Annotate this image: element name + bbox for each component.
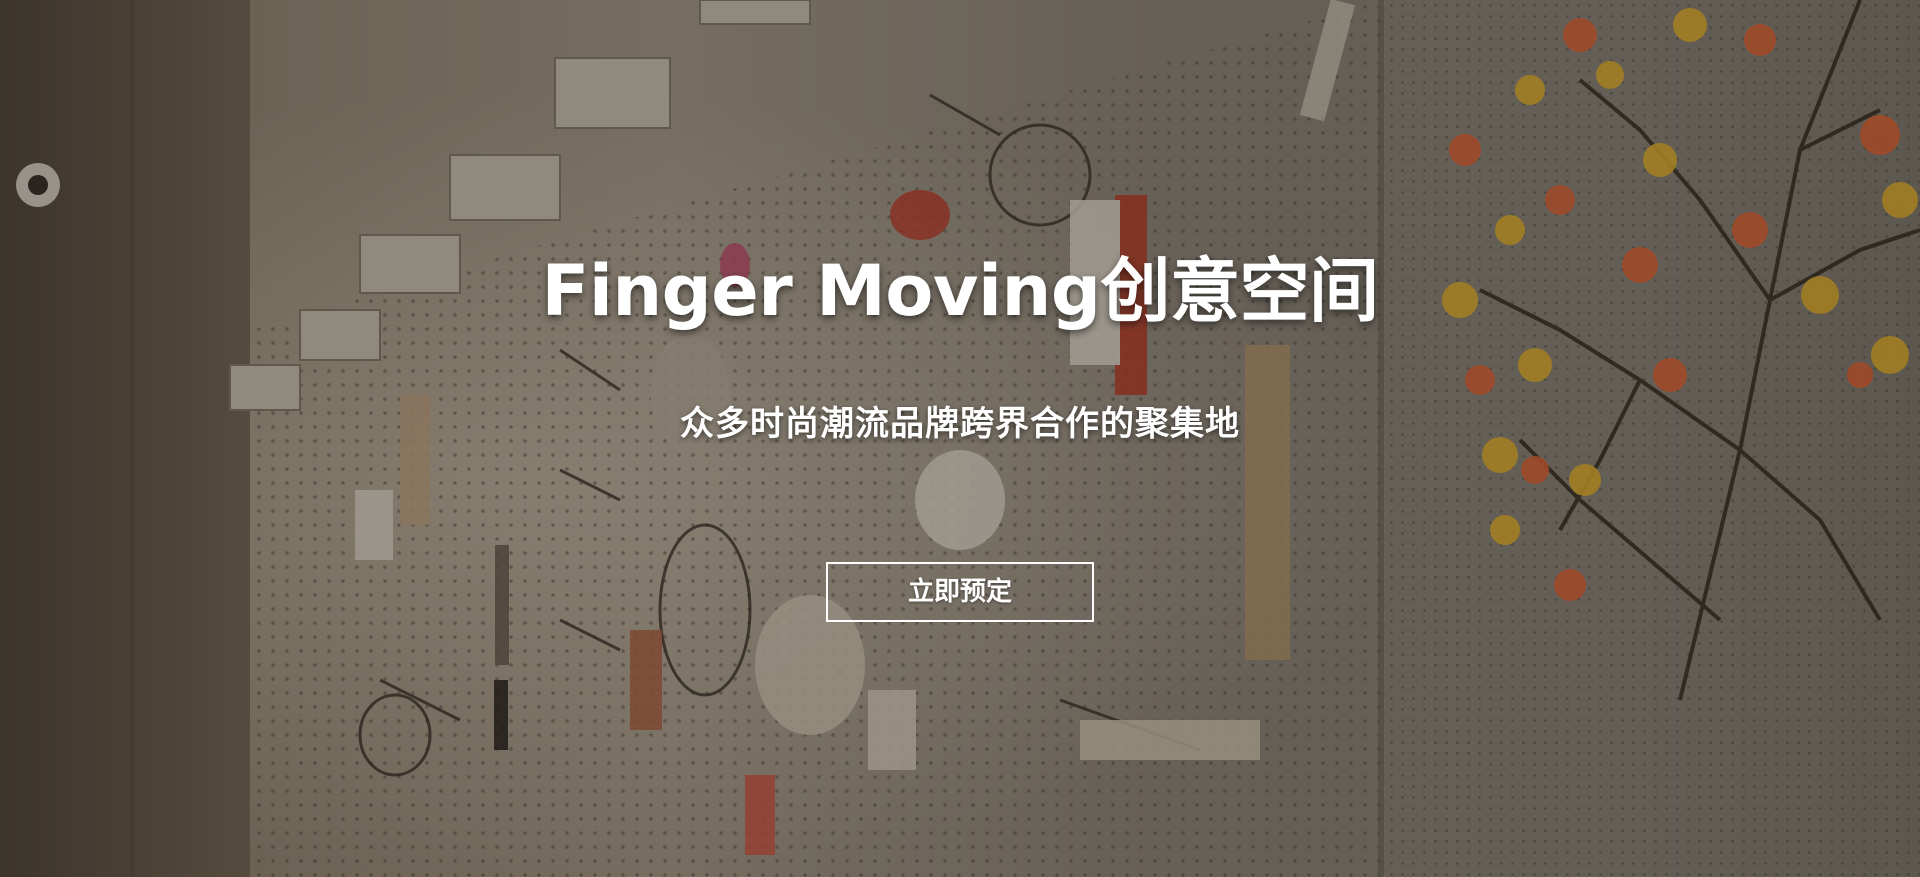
hero-banner: Finger Moving创意空间 众多时尚潮流品牌跨界合作的聚集地 立即预定 bbox=[0, 0, 1920, 877]
book-now-button[interactable]: 立即预定 bbox=[826, 562, 1094, 622]
hero-title: Finger Moving创意空间 bbox=[541, 250, 1379, 332]
hero-content: Finger Moving创意空间 众多时尚潮流品牌跨界合作的聚集地 立即预定 bbox=[0, 0, 1920, 877]
hero-subtitle: 众多时尚潮流品牌跨界合作的聚集地 bbox=[680, 404, 1240, 444]
